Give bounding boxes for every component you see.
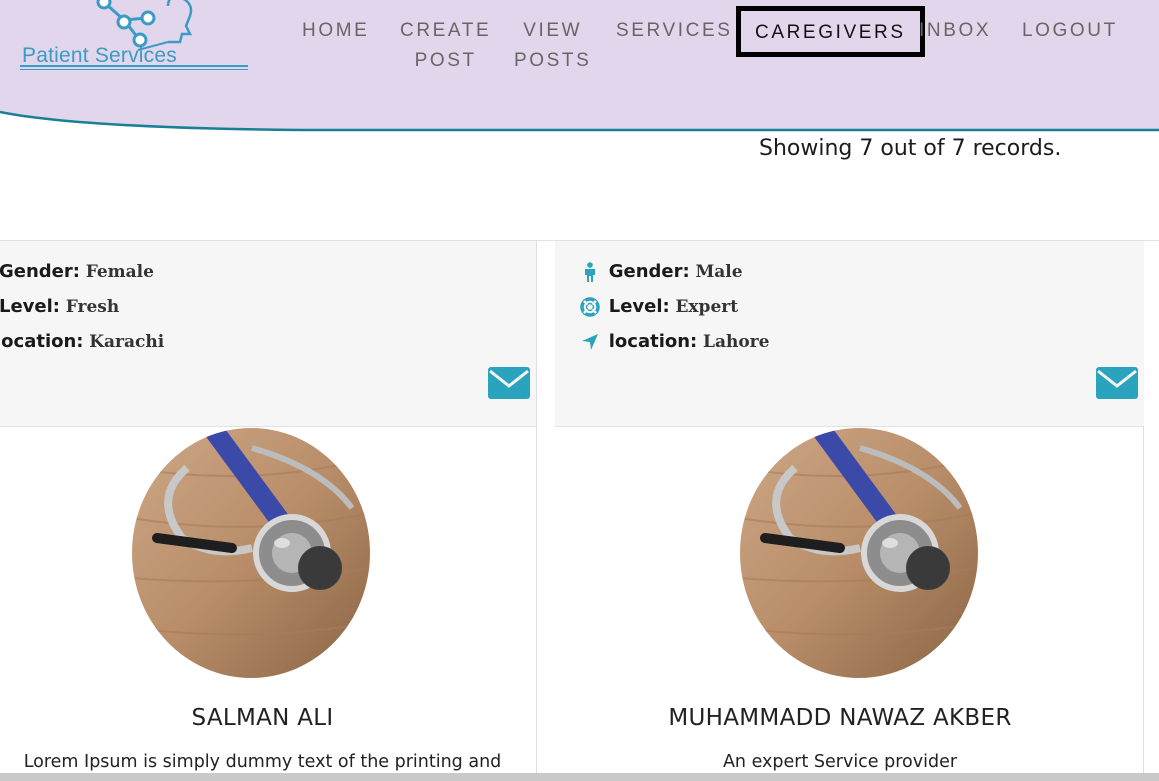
location-row: location: Lahore [579, 329, 769, 355]
card-info-panel: Gender: Female Level: Fresh location: Ka… [0, 241, 536, 427]
location-value: Karachi [89, 332, 165, 352]
nav-inbox[interactable]: INBOX [919, 16, 991, 46]
gender-label: Gender: [0, 261, 80, 282]
caregiver-card: Gender: Female Level: Fresh location: Ka… [0, 241, 537, 781]
nav-view-posts-label-2: POSTS [514, 50, 592, 71]
nav-logout-label: LOGOUT [1022, 20, 1118, 41]
logo-underline-thin [20, 69, 248, 70]
nav-create-post-label-2: POST [414, 50, 477, 71]
nav-home-label: HOME [302, 20, 370, 41]
gender-label: Gender: [608, 261, 690, 282]
level-label: Level: [608, 296, 670, 317]
level-value: Fresh [65, 297, 120, 317]
stethoscope-image [740, 428, 978, 678]
caregiver-card: Gender: Male Level: Expert location: Lah… [536, 241, 1144, 781]
nav-services-label: SERVICES [616, 20, 733, 41]
nav-create-post-label-1: CREATE [400, 20, 492, 41]
envelope-icon[interactable] [1096, 367, 1138, 399]
gender-value: Male [695, 262, 743, 282]
horizontal-scrollbar[interactable] [0, 773, 1159, 781]
nav-services[interactable]: SERVICES [616, 16, 733, 46]
nav-view-posts[interactable]: VIEW POSTS [514, 16, 591, 76]
caregiver-description: Lorem Ipsum is simply dummy text of the … [23, 752, 502, 772]
page: Patient Services HOME CREATE POST VIEW P… [0, 0, 1159, 781]
level-value: Expert [675, 297, 739, 317]
gender-value: Female [85, 262, 154, 282]
nav-view-posts-label-1: VIEW [523, 20, 583, 41]
logo-underline [20, 65, 248, 67]
nav-inbox-label: INBOX [919, 20, 992, 41]
nav-home[interactable]: HOME [302, 16, 369, 46]
envelope-icon[interactable] [488, 367, 530, 399]
location-row: location: Karachi [0, 329, 164, 355]
caregiver-name: MUHAMMADD NAWAZ AKBER [668, 705, 1012, 731]
location-arrow-icon [582, 334, 598, 350]
location-value: Lahore [702, 332, 770, 352]
level-row: Level: Fresh [0, 294, 119, 320]
level-label: Level: [0, 296, 60, 317]
nav-caregivers-label: CAREGIVERS [755, 22, 906, 43]
location-label: location: [0, 331, 84, 352]
caregiver-name: SALMAN ALI [191, 705, 334, 731]
header: Patient Services HOME CREATE POST VIEW P… [0, 0, 1159, 140]
stethoscope-image [132, 428, 370, 678]
person-icon [585, 262, 595, 282]
level-row: Level: Expert [579, 294, 738, 320]
records-count: Showing 7 out of 7 records. [759, 136, 1062, 161]
life-ring-icon [580, 297, 600, 317]
caregiver-description: An expert Service provider [722, 752, 958, 772]
logo[interactable]: Patient Services [18, 0, 254, 74]
location-label: location: [608, 331, 698, 352]
gender-row: Gender: Female [0, 259, 154, 285]
nav-caregivers[interactable]: CAREGIVERS [736, 6, 925, 57]
nav-create-post[interactable]: CREATE POST [400, 16, 491, 76]
gender-row: Gender: Male [579, 259, 743, 285]
nav-logout[interactable]: LOGOUT [1022, 16, 1118, 46]
card-info-panel: Gender: Male Level: Expert location: Lah… [555, 241, 1144, 427]
